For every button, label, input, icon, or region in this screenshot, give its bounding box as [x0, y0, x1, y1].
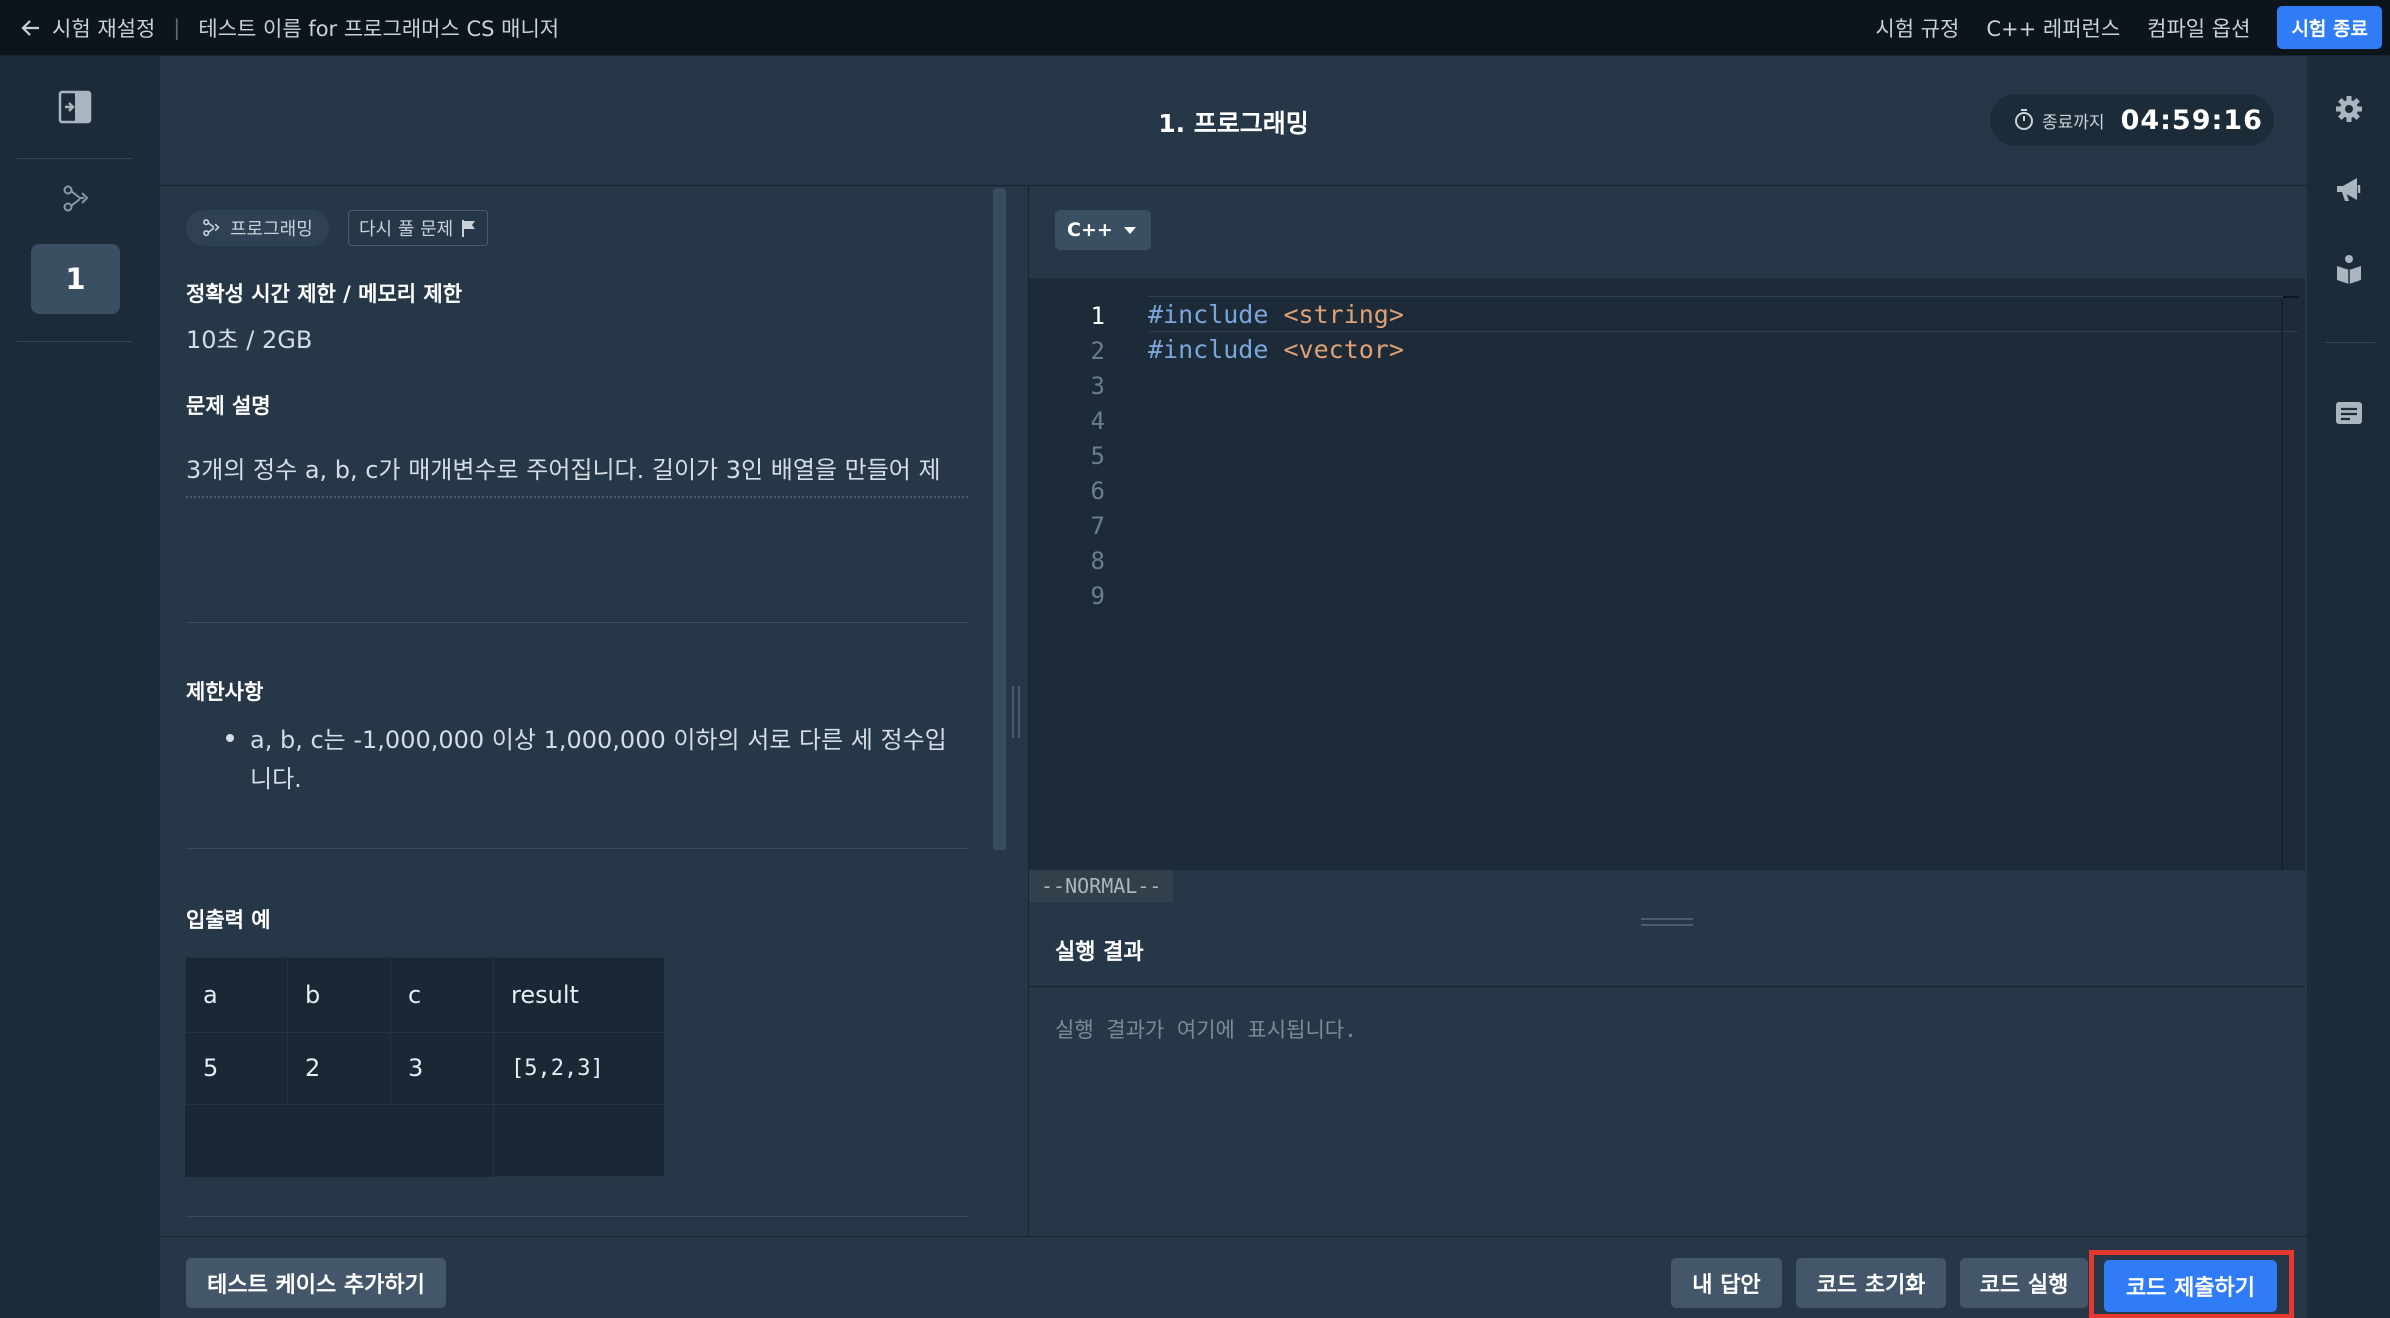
reset-code-button[interactable]: 코드 초기화	[1796, 1258, 1946, 1308]
rail-divider	[17, 158, 132, 159]
collapse-panel-icon[interactable]	[58, 90, 92, 124]
arrow-left-icon	[20, 17, 42, 39]
line-number: 9	[1090, 582, 1105, 610]
description-text: 3개의 정수 a, b, c가 매개변수로 주어집니다. 길이가 3인 배열을 …	[186, 456, 941, 484]
rail-divider	[17, 341, 132, 342]
line-number: 4	[1090, 407, 1105, 435]
programming-icon	[202, 219, 222, 237]
code-include-target: <string>	[1283, 300, 1404, 329]
line-number: 6	[1090, 477, 1105, 505]
question-1-button[interactable]: 1	[31, 244, 120, 314]
code-line: #include <string>	[1148, 300, 1404, 329]
line-number: 7	[1090, 512, 1105, 540]
code-keyword: #include	[1148, 335, 1269, 364]
limits-heading: 정확성 시간 제한 / 메모리 제한	[186, 282, 463, 306]
rail-divider	[2325, 342, 2375, 343]
table-cell: 2	[287, 1031, 391, 1105]
retry-problem-toggle[interactable]: 다시 풀 문제	[348, 210, 489, 246]
code-include-target: <vector>	[1283, 335, 1404, 364]
problem-scrollbar[interactable]	[993, 188, 1006, 850]
results-title: 실행 결과	[1055, 940, 1144, 965]
table-cell: [5,2,3]	[493, 1031, 665, 1105]
code-editor[interactable]: 1 2 3 4 5 6 7 8 9 #include <string> #inc…	[1029, 278, 2305, 870]
divider: |	[173, 15, 181, 40]
section-divider	[186, 848, 968, 849]
results-resize-handle[interactable]	[1641, 918, 1693, 926]
io-example-heading: 입출력 예	[186, 908, 271, 932]
table-cell: 5	[185, 1031, 288, 1105]
results-divider	[1029, 986, 2305, 987]
footer-bar: 테스트 케이스 추가하기 내 답안 코드 초기화 코드 실행 코드 제출하기	[160, 1236, 2307, 1318]
top-bar: 시험 재설정 | 테스트 이름 for 프로그래머스 CS 매니저 시험 규정 …	[0, 0, 2390, 56]
description-heading: 문제 설명	[186, 394, 271, 418]
flag-icon	[461, 219, 477, 237]
table-row-empty	[186, 1103, 665, 1178]
table-header-row: a b c result	[185, 957, 665, 1033]
compile-options-link[interactable]: 컴파일 옵션	[2147, 13, 2250, 43]
reset-exam-label: 시험 재설정	[52, 16, 156, 41]
page-title: 1. 프로그래밍	[1158, 109, 1309, 138]
table-row: 5 2 3 [5,2,3]	[185, 1031, 665, 1105]
megaphone-icon[interactable]	[2334, 176, 2364, 204]
stopwatch-icon	[2014, 109, 2034, 131]
notes-icon[interactable]	[2334, 400, 2364, 428]
retry-problem-label: 다시 풀 문제	[359, 219, 454, 240]
editor-panel: C++ 1 2 3 4 5 6 7 8 9 #include <string> …	[1028, 186, 2305, 910]
cpp-reference-link[interactable]: C++ 레퍼런스	[1986, 13, 2120, 43]
timer-value: 04:59:16	[2120, 104, 2263, 136]
table-cell: 3	[390, 1031, 494, 1105]
vim-mode-indicator: --NORMAL--	[1029, 870, 1174, 902]
language-value: C++	[1067, 219, 1113, 241]
run-code-button[interactable]: 코드 실행	[1960, 1258, 2088, 1308]
line-number: 8	[1090, 547, 1105, 575]
language-select[interactable]: C++	[1055, 210, 1151, 250]
problem-type-chip: 프로그래밍	[186, 210, 329, 246]
timer-label: 종료까지	[2042, 112, 2105, 133]
section-divider	[186, 622, 968, 623]
code-line: #include <vector>	[1148, 335, 1404, 364]
cursor	[2283, 296, 2299, 298]
table-header-cell: c	[390, 957, 494, 1033]
my-answer-button[interactable]: 내 답안	[1671, 1258, 1782, 1308]
reset-exam-link[interactable]: 시험 재설정	[20, 13, 155, 43]
test-name: 테스트 이름 for 프로그래머스 CS 매니저	[198, 16, 560, 41]
caret-down-icon	[1123, 225, 1137, 235]
add-testcase-button[interactable]: 테스트 케이스 추가하기	[186, 1258, 446, 1308]
results-placeholder: 실행 결과가 여기에 표시됩니다.	[1055, 1018, 1357, 1042]
line-number: 2	[1090, 337, 1105, 365]
constraint-text-cont: 니다.	[250, 765, 302, 793]
table-header-cell: result	[493, 957, 665, 1033]
exam-rules-link[interactable]: 시험 규정	[1875, 13, 1959, 43]
right-rail	[2307, 56, 2390, 1318]
code-keyword: #include	[1148, 300, 1269, 329]
submit-highlight: 코드 제출하기	[2089, 1250, 2294, 1318]
panel-resize-handle[interactable]	[1012, 686, 1020, 738]
limits-value: 10초 / 2GB	[186, 326, 313, 354]
line-number: 3	[1090, 372, 1105, 400]
table-header-cell: b	[287, 957, 391, 1033]
programming-icon	[62, 185, 92, 213]
timer: 종료까지 04:59:16	[1990, 94, 2274, 146]
line-number: 1	[1090, 302, 1105, 330]
section-divider	[186, 1216, 968, 1217]
book-icon[interactable]	[2335, 254, 2363, 284]
submit-code-button[interactable]: 코드 제출하기	[2104, 1260, 2277, 1312]
end-exam-button[interactable]: 시험 종료	[2277, 6, 2382, 49]
results-panel: 실행 결과 실행 결과가 여기에 표시됩니다.	[1028, 910, 2305, 1236]
problem-type-label: 프로그래밍	[230, 219, 313, 240]
line-number: 5	[1090, 442, 1105, 470]
bullet	[226, 734, 234, 742]
truncated-text	[186, 496, 968, 499]
constraints-heading: 제한사항	[186, 680, 264, 704]
left-rail: 1	[0, 56, 160, 1318]
problem-header: 1. 프로그래밍 종료까지 04:59:16	[160, 56, 2307, 186]
gear-icon[interactable]	[2334, 94, 2364, 124]
constraint-text: a, b, c는 -1,000,000 이상 1,000,000 이하의 서로 …	[250, 726, 947, 754]
table-header-cell: a	[185, 957, 288, 1033]
io-example-table: a b c result 5 2 3 [5,2,3]	[185, 957, 665, 1178]
editor-ruler	[2281, 300, 2283, 870]
